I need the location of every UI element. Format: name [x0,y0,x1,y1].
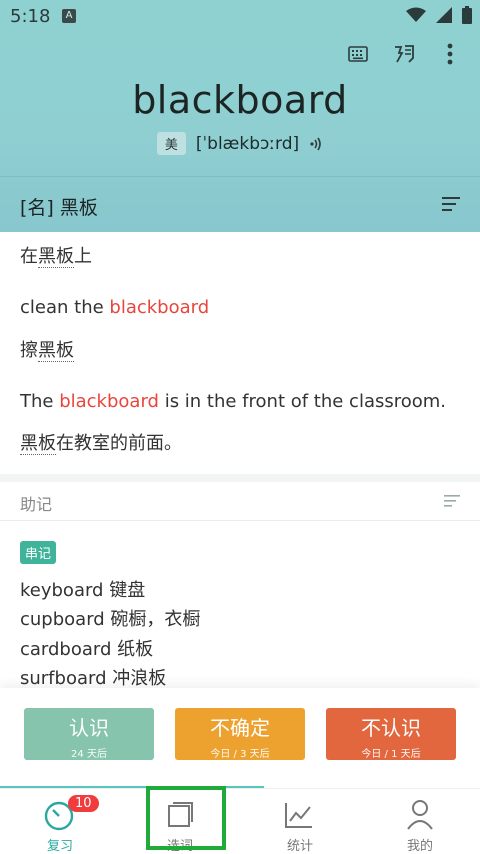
definition-text: [名] 黑板 [20,197,98,219]
example-2-post: is in the front of the classroom. [158,391,447,412]
mnemonic-item: cardboard 纸板 [20,639,154,660]
sort-lines-icon[interactable] [442,197,460,211]
mnemonic-item: surfboard 冲浪板 [20,668,167,689]
mnemonic-item: keyboard 键盘 [20,580,146,601]
example-1-english: clean the blackboard [20,297,209,318]
phonetic-text: [ˈblækbɔːrd] [195,133,300,154]
person-icon [407,800,433,830]
know-label: 认识 [69,716,109,740]
know-sub: 24 天后 [71,749,107,760]
keyboard-icon[interactable] [346,42,370,66]
mnemonic-title: 助记 [20,495,53,514]
unsure-label: 不确定 [210,716,270,740]
tab-review-label: 复习 [46,839,73,854]
example-0-chinese-post: 上 [74,246,92,267]
tab-stats[interactable]: 统计 [240,789,360,854]
tab-me[interactable]: 我的 [360,789,480,854]
system-icons [406,6,472,24]
bottom-tab-bar: 10 复习 选词 统计 我的 [0,788,480,854]
tab-stats-label: 统计 [286,839,313,854]
example-2-english: The blackboard is in the front of the cl… [20,391,446,412]
tab-review[interactable]: 10 复习 [0,789,120,854]
unknown-label: 不认识 [361,716,421,740]
wifi-icon [406,7,426,22]
example-2-chinese-post: 在教室的前面。 [56,433,182,454]
example-2-highlight: blackboard [59,391,159,412]
more-vert-icon[interactable] [438,42,462,66]
mnemonic-item: cupboard 碗橱，衣橱 [20,609,201,630]
example-1-pre: clean the [20,297,110,318]
word-header: 5:18 A blackboard 美 [ˈblækbɔːrd] [名] 黑板 [0,0,480,232]
speaker-icon[interactable] [309,137,323,151]
accent-tag[interactable]: 美 [156,132,186,155]
section-divider [0,474,480,482]
example-1-chinese-word[interactable]: 黑板 [38,340,74,362]
word-title: blackboard [132,78,348,122]
example-1-chinese-pre: 擦 [20,340,38,361]
unknown-button[interactable]: 不认识 今日 / 1 天后 [326,708,456,760]
example-2-chinese: 黑板在教室的前面。 [20,429,182,455]
battery-icon [462,6,472,24]
unknown-sub: 今日 / 1 天后 [361,749,421,760]
review-badge: 10 [68,795,99,812]
mnemonic-tag: 串记 [20,541,57,564]
example-1-chinese: 擦黑板 [20,336,74,362]
example-2-chinese-word[interactable]: 黑板 [20,433,56,455]
chart-icon [285,803,312,828]
know-button[interactable]: 认识 24 天后 [24,708,154,760]
unsure-button[interactable]: 不确定 今日 / 3 天后 [175,708,305,760]
example-0-chinese-word[interactable]: 黑板 [38,246,74,268]
unsure-sub: 今日 / 3 天后 [210,749,270,760]
example-1-highlight: blackboard [109,297,210,318]
mnemonic-sort-icon[interactable] [444,495,460,507]
tab-me-label: 我的 [406,839,433,854]
selection-highlight [146,786,226,850]
status-time: 5:18 [10,6,51,27]
signal-icon [436,7,452,23]
example-2-pre: The [20,391,60,412]
example-0-chinese-pre: 在 [20,246,38,267]
dictation-icon[interactable] [392,42,416,66]
definition-bar[interactable]: [名] 黑板 [0,176,480,233]
notification-a-icon: A [62,9,76,23]
toolbar [346,42,462,66]
mnemonic-divider [0,520,480,521]
status-bar: 5:18 A [0,0,480,34]
pronunciation-row: 美 [ˈblækbɔːrd] [0,132,480,155]
example-0-chinese: 在黑板上 [20,242,92,268]
